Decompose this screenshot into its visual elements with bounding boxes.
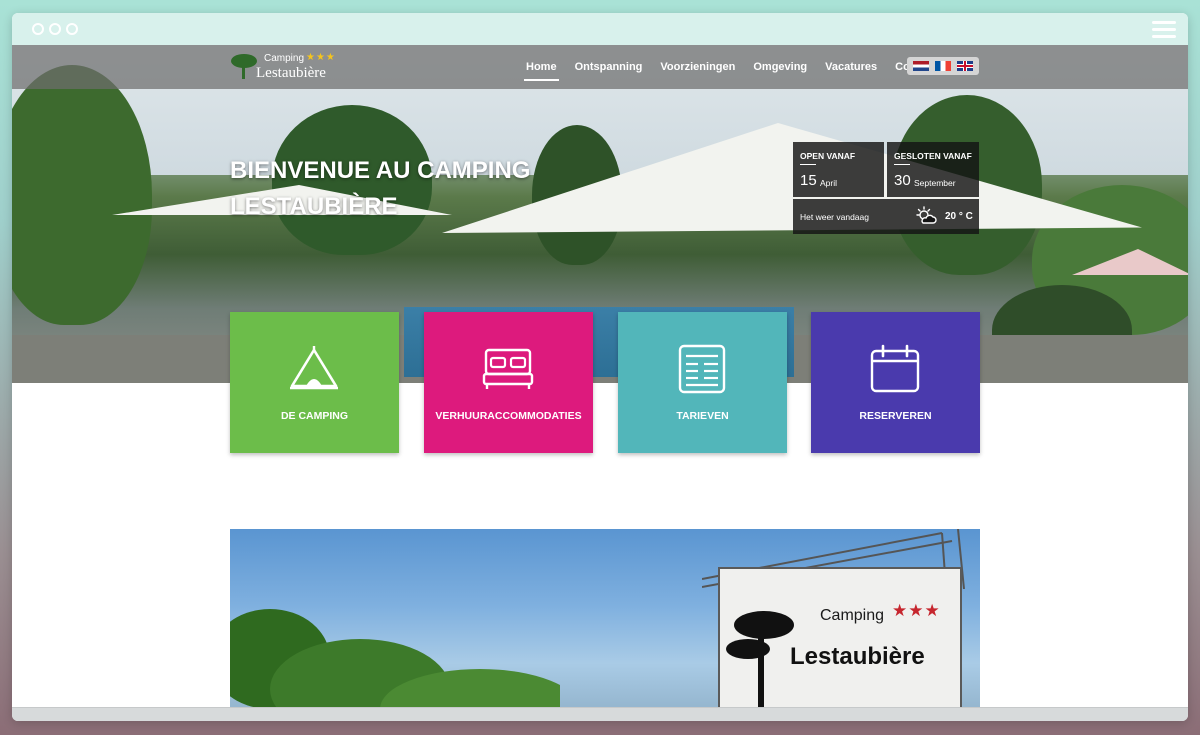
gb-flag-icon[interactable] (957, 61, 973, 71)
sign-name: Lestaubière (790, 643, 925, 670)
browser-window: Camping ★★★ Lestaubière Home Ontspanning… (12, 13, 1188, 721)
card-label: VERHUURACCOMMODATIES (435, 410, 582, 422)
top-navbar: Camping ★★★ Lestaubière Home Ontspanning… (12, 45, 1188, 89)
hero-title-line1: BIENVENUE AU CAMPING (230, 157, 531, 184)
nl-flag-icon[interactable] (913, 61, 929, 71)
photo-trees (230, 609, 560, 721)
tent-icon (290, 346, 338, 390)
site-logo[interactable]: Camping ★★★ Lestaubière (230, 49, 350, 85)
card-label: DE CAMPING (280, 410, 349, 422)
window-controls (32, 23, 78, 35)
nav-link-voorzieningen[interactable]: Voorzieningen (658, 57, 737, 77)
card-label: RESERVEREN (859, 410, 932, 422)
divider (894, 164, 910, 165)
close-month: September (914, 178, 956, 188)
close-day: 30 (894, 172, 911, 189)
window-dot-icon[interactable] (32, 23, 44, 35)
open-from-label: OPEN VANAF (800, 151, 856, 161)
card-label: TARIEVEN (676, 410, 729, 422)
calendar-icon (870, 344, 920, 393)
weather-box: Het weer vandaag 20 ° C (793, 199, 979, 234)
window-dot-icon[interactable] (49, 23, 61, 35)
nav-link-vacatures[interactable]: Vacatures (823, 57, 879, 77)
sign-tree-icon (726, 611, 794, 721)
closed-from-box: GESLOTEN VANAF 30 September (887, 142, 979, 197)
nav-link-omgeving[interactable]: Omgeving (751, 57, 809, 77)
main-nav: Home Ontspanning Voorzieningen Omgeving … (524, 45, 938, 89)
fr-flag-icon[interactable] (935, 61, 951, 71)
logo-stars: ★★★ (306, 52, 336, 63)
logo-name: Lestaubière (256, 65, 326, 81)
weather-temperature: 20 ° C (945, 211, 973, 222)
card-de-camping[interactable]: DE CAMPING (230, 312, 399, 453)
card-tarieven[interactable]: TARIEVEN (618, 312, 787, 453)
divider (800, 164, 816, 165)
open-month: April (820, 178, 838, 188)
window-titlebar (12, 13, 1188, 45)
logo-small-text: Camping (264, 53, 305, 64)
opening-info-panel: OPEN VANAF 15 April GESLOTEN VANAF 30 Se… (793, 142, 979, 234)
sign-stars: ★★★ (892, 601, 941, 620)
price-list-icon (678, 344, 726, 394)
weather-label: Het weer vandaag (800, 212, 869, 222)
language-switcher (907, 57, 979, 75)
closed-from-label: GESLOTEN VANAF (894, 151, 972, 161)
card-reserveren[interactable]: RESERVEREN (811, 312, 980, 453)
feature-cards: DE CAMPING VERHUURACCOMMODATIES TARIEVEN… (230, 312, 980, 454)
nav-link-home[interactable]: Home (524, 57, 559, 81)
camping-sign-photo: Camping ★★★ Lestaubière (230, 529, 980, 721)
card-verhuuraccommodaties[interactable]: VERHUURACCOMMODATIES (424, 312, 593, 453)
open-day: 15 (800, 172, 817, 189)
hero-title: BIENVENUE AU CAMPING LESTAUBIÈRE (230, 153, 560, 225)
hero-title-line2: LESTAUBIÈRE (230, 193, 398, 220)
hamburger-menu-icon[interactable] (1152, 20, 1176, 38)
open-from-box: OPEN VANAF 15 April (793, 142, 884, 197)
window-dot-icon[interactable] (66, 23, 78, 35)
logo-tree-icon (231, 54, 257, 79)
bed-icon (482, 348, 534, 389)
partly-cloudy-sun-icon (916, 206, 937, 224)
nav-link-ontspanning[interactable]: Ontspanning (573, 57, 645, 77)
sign-camping-text: Camping (820, 607, 885, 624)
camping-sign: Camping ★★★ Lestaubière (718, 567, 962, 721)
horizontal-scrollbar[interactable] (12, 707, 1188, 721)
